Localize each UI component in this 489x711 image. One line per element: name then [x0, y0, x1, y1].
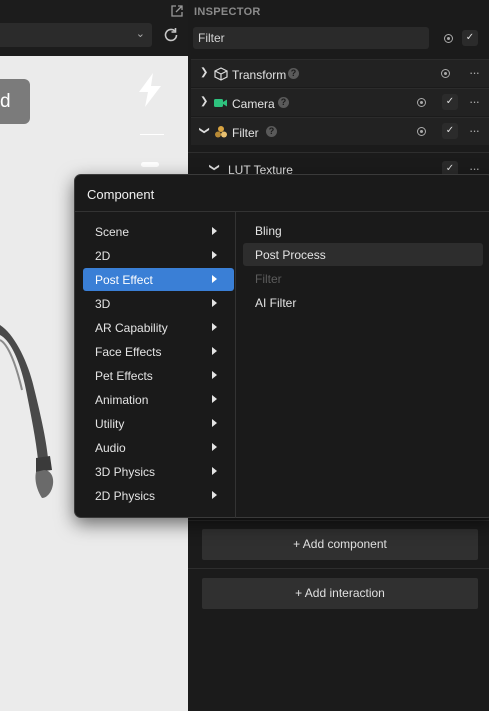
- lightning-icon[interactable]: [136, 72, 164, 108]
- menu-category-scene[interactable]: Scene: [83, 220, 234, 243]
- category-label: Face Effects: [95, 345, 162, 359]
- visibility-radio-icon[interactable]: [417, 127, 426, 136]
- visibility-radio-icon[interactable]: [444, 34, 453, 43]
- viewport-dropdown[interactable]: ⌄: [0, 23, 152, 47]
- category-label: Audio: [95, 441, 126, 455]
- collapse-arrow-icon[interactable]: ❯: [199, 126, 210, 134]
- category-label: 2D: [95, 249, 111, 263]
- divider: [188, 568, 489, 569]
- more-options-icon[interactable]: ···: [469, 95, 480, 108]
- submenu-arrow-icon: [212, 275, 217, 283]
- refresh-icon[interactable]: [162, 26, 180, 44]
- submenu-label: Filter: [255, 272, 282, 286]
- component-label: Camera: [232, 97, 275, 111]
- category-label: 3D Physics: [95, 465, 156, 479]
- submenu-arrow-icon: [212, 395, 217, 403]
- component-label: Filter: [232, 126, 259, 140]
- help-icon[interactable]: ?: [266, 126, 277, 137]
- help-icon[interactable]: ?: [278, 97, 289, 108]
- menu-category-2d[interactable]: 2D: [83, 244, 234, 267]
- submenu-arrow-icon: [212, 491, 217, 499]
- visibility-radio-icon[interactable]: [417, 98, 426, 107]
- submenu-label: Post Process: [255, 248, 326, 262]
- inspector-title: INSPECTOR: [194, 6, 261, 18]
- category-label: Scene: [95, 225, 130, 239]
- submenu-arrow-icon: [212, 419, 217, 427]
- submenu-item-bling[interactable]: Bling: [243, 219, 483, 242]
- menu-category-pet-effects[interactable]: Pet Effects: [83, 364, 234, 387]
- viewport-badge[interactable]: d: [0, 79, 30, 124]
- expand-arrow-icon[interactable]: ❯: [200, 96, 208, 107]
- transform-cube-icon: [214, 67, 228, 81]
- component-row-camera[interactable]: ❯ Camera ? ✓ ···: [191, 88, 489, 116]
- menu-category-3d[interactable]: 3D: [83, 292, 234, 315]
- collapse-arrow-icon[interactable]: ❯: [209, 163, 220, 171]
- menu-category-3d-physics[interactable]: 3D Physics: [83, 460, 234, 483]
- submenu-arrow-icon: [212, 467, 217, 475]
- column-divider: [235, 212, 236, 518]
- category-label: Animation: [95, 393, 149, 407]
- expand-arrow-icon[interactable]: ❯: [200, 67, 208, 78]
- menu-category-audio[interactable]: Audio: [83, 436, 234, 459]
- popup-title: Component: [87, 187, 155, 202]
- category-label: Post Effect: [95, 273, 153, 287]
- divider: [188, 520, 489, 521]
- component-label: Transform: [232, 68, 287, 82]
- divider: [188, 152, 489, 153]
- enabled-checkbox[interactable]: ✓: [442, 94, 458, 110]
- submenu-arrow-icon: [212, 251, 217, 259]
- more-options-icon[interactable]: ···: [469, 124, 480, 137]
- component-menu-popup: Component Scene 2D Post Effect 3D AR Cap…: [74, 174, 489, 518]
- menu-category-2d-physics[interactable]: 2D Physics: [83, 484, 234, 507]
- divider: [75, 211, 489, 212]
- viewport-handle[interactable]: [141, 162, 159, 167]
- viewport-toolbar: ⌄: [0, 0, 188, 56]
- filter-circles-icon: [215, 126, 227, 138]
- submenu-arrow-icon: [212, 347, 217, 355]
- viewport-divider: [140, 134, 164, 135]
- submenu-label: AI Filter: [255, 296, 297, 310]
- more-options-icon[interactable]: ···: [469, 66, 480, 79]
- chevron-down-icon: ⌄: [135, 28, 145, 40]
- add-interaction-button[interactable]: + Add interaction: [202, 578, 478, 609]
- category-label: 3D: [95, 297, 111, 311]
- submenu-arrow-icon: [212, 227, 217, 235]
- menu-category-face-effects[interactable]: Face Effects: [83, 340, 234, 363]
- submenu-arrow-icon: [212, 443, 217, 451]
- menu-category-animation[interactable]: Animation: [83, 388, 234, 411]
- add-component-button[interactable]: + Add component: [202, 529, 478, 560]
- menu-category-ar-capability[interactable]: AR Capability: [83, 316, 234, 339]
- character-arm-image: [0, 325, 54, 498]
- category-label: AR Capability: [95, 321, 168, 335]
- help-icon[interactable]: ?: [288, 68, 299, 79]
- submenu-arrow-icon: [212, 299, 217, 307]
- category-label: 2D Physics: [95, 489, 156, 503]
- inspector-filter-input[interactable]: Filter: [193, 27, 429, 49]
- menu-category-utility[interactable]: Utility: [83, 412, 234, 435]
- submenu-item-filter: Filter: [243, 267, 483, 290]
- submenu-arrow-icon: [212, 323, 217, 331]
- camera-icon: [214, 99, 227, 107]
- submenu-arrow-icon: [212, 371, 217, 379]
- category-label: Utility: [95, 417, 125, 431]
- submenu-item-post-process[interactable]: Post Process: [243, 243, 483, 266]
- external-link-icon[interactable]: [170, 4, 184, 18]
- submenu-item-ai-filter[interactable]: AI Filter: [243, 291, 483, 314]
- component-row-filter[interactable]: ❯ Filter ? ✓ ···: [191, 117, 489, 145]
- enabled-checkbox[interactable]: ✓: [462, 30, 478, 46]
- enabled-checkbox[interactable]: ✓: [442, 123, 458, 139]
- visibility-radio-icon[interactable]: [441, 69, 450, 78]
- category-label: Pet Effects: [95, 369, 153, 383]
- component-row-transform[interactable]: ❯ Transform ? ···: [191, 59, 489, 87]
- menu-category-post-effect[interactable]: Post Effect: [83, 268, 234, 291]
- more-options-icon[interactable]: ···: [469, 162, 480, 175]
- submenu-label: Bling: [255, 224, 282, 238]
